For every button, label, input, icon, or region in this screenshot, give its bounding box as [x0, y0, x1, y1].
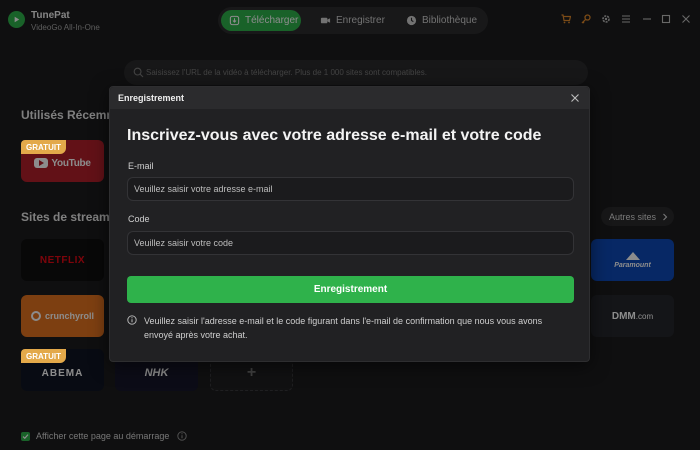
email-field[interactable] [127, 177, 574, 201]
dialog-close-icon[interactable] [570, 93, 580, 103]
email-label: E-mail [128, 161, 154, 171]
info-icon [127, 315, 137, 325]
code-label: Code [128, 214, 150, 224]
dialog-header: Enregistrement [110, 87, 589, 109]
code-field[interactable] [127, 231, 574, 255]
dialog-note-text: Veuillez saisir l'adresse e-mail et le c… [144, 316, 543, 340]
registration-dialog: Enregistrement Inscrivez-vous avec votre… [109, 86, 590, 362]
free-badge: GRATUIT [21, 140, 66, 154]
dialog-heading: Inscrivez-vous avec votre adresse e-mail… [127, 127, 542, 144]
free-badge: GRATUIT [21, 349, 66, 363]
register-button[interactable]: Enregistrement [127, 276, 574, 303]
dialog-title: Enregistrement [118, 93, 185, 103]
